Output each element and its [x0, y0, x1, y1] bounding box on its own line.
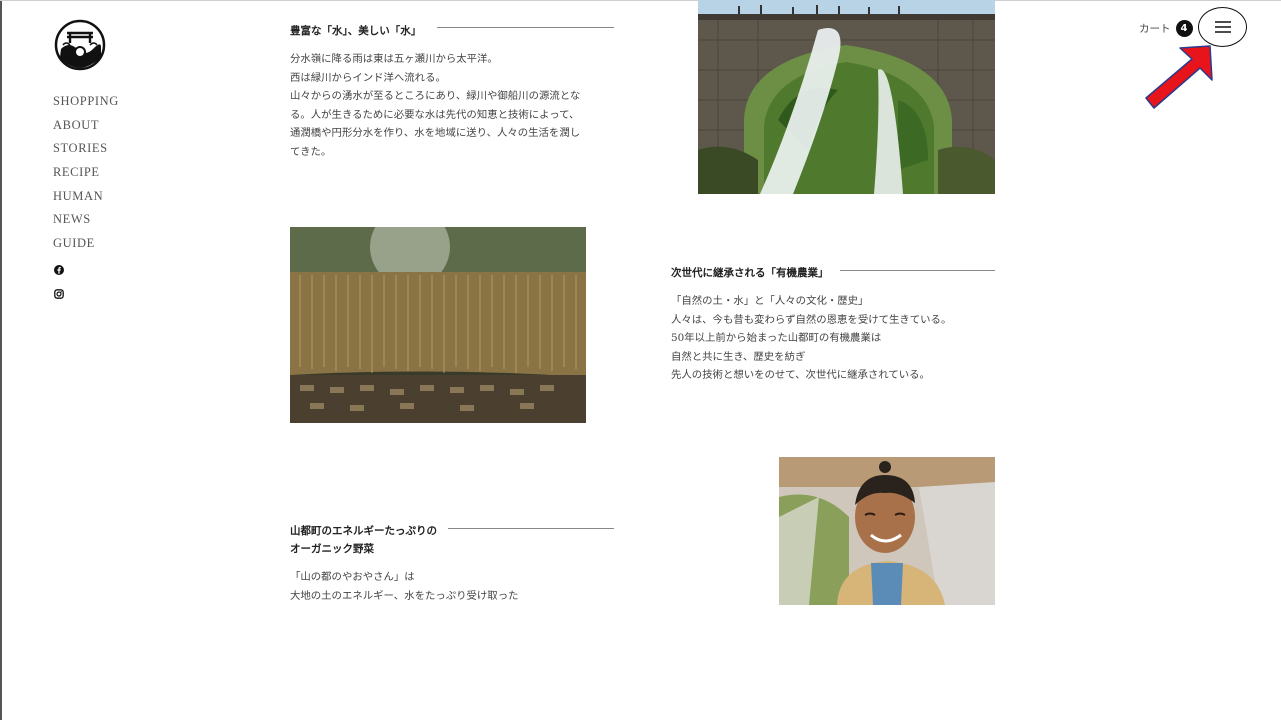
instagram-icon[interactable]: [54, 284, 64, 299]
annotation-arrow-icon: [1140, 40, 1220, 112]
bridge-waterfall-photo: [698, 0, 995, 194]
farmer-portrait-photo: [779, 457, 995, 605]
text-line: 50年以上前から始まった山都町の有機農業は: [671, 332, 882, 344]
nav-item-shopping[interactable]: SHOPPING: [53, 92, 119, 116]
cart-link[interactable]: カート 4: [1139, 19, 1193, 37]
window-left-border: [0, 0, 2, 720]
nav-item-news[interactable]: NEWS: [53, 210, 119, 234]
hamburger-menu-icon: [1214, 21, 1231, 33]
cart-label: カート: [1139, 22, 1171, 35]
section-title-vegetables-line1: 山都町のエネルギーたっぷりの: [290, 525, 437, 537]
facebook-icon[interactable]: [54, 260, 64, 275]
nav-item-stories[interactable]: STORIES: [53, 139, 119, 163]
section-title-water: 豊富な「水」、美しい「水」: [290, 25, 422, 37]
window-top-border: [0, 0, 1281, 1]
text-line: 人々は、今も昔も変わらず自然の恩恵を受けて生きている。: [671, 313, 952, 326]
section-title-vegetables-line2: オーガニック野菜: [290, 543, 374, 555]
text-line: 通潤橋や円形分水を作り、水を地域に送り、人々の生活を潤し: [290, 127, 581, 139]
text-line: る。人が生きるために必要な水は先代の知恵と技術によって、: [290, 108, 580, 121]
section-body-water: 分水嶺に降る雨は東は五ヶ瀬川から太平洋。 西は緑川からインド洋へ流れる。 山々か…: [290, 50, 580, 161]
text-line: 分水嶺に降る雨は東は五ヶ瀬川から太平洋。: [290, 53, 498, 65]
section-title-organic: 次世代に継承される「有機農業」: [671, 267, 829, 279]
section-rule: [840, 270, 995, 271]
nav-item-about[interactable]: ABOUT: [53, 116, 119, 140]
site-logo[interactable]: [53, 19, 107, 71]
text-line: 自然と共に生き、歴史を紡ぎ: [671, 350, 806, 363]
text-line: 山々からの湧水が至るところにあり、緑川や御船川の源流とな: [290, 90, 581, 102]
section-rule: [448, 528, 614, 529]
nav-item-recipe[interactable]: RECIPE: [53, 163, 119, 187]
section-body-organic: 「自然の土・水」と「人々の文化・歴史」 人々は、今も昔も変わらず自然の恩恵を受け…: [671, 292, 951, 385]
text-line: 「山の都のやおやさん」は: [290, 571, 415, 583]
text-line: 先人の技術と想いをのせて、次世代に継承されている。: [671, 369, 930, 381]
cart-count-badge: 4: [1175, 19, 1193, 37]
rice-drying-photo: [290, 227, 586, 423]
main-nav: SHOPPING ABOUT STORIES RECIPE HUMAN NEWS…: [53, 92, 119, 258]
text-line: てきた。: [290, 145, 332, 158]
nav-item-human[interactable]: HUMAN: [53, 187, 119, 211]
text-line: 西は緑川からインド洋へ流れる。: [290, 71, 446, 84]
nav-item-guide[interactable]: GUIDE: [53, 234, 119, 258]
section-rule: [437, 27, 614, 28]
text-line: 「自然の土・水」と「人々の文化・歴史」: [671, 295, 869, 307]
text-line: 大地の土のエネルギー、水をたっぷり受け取った: [290, 589, 519, 602]
section-body-vegetables: 「山の都のやおやさん」は 大地の土のエネルギー、水をたっぷり受け取った: [290, 568, 519, 605]
